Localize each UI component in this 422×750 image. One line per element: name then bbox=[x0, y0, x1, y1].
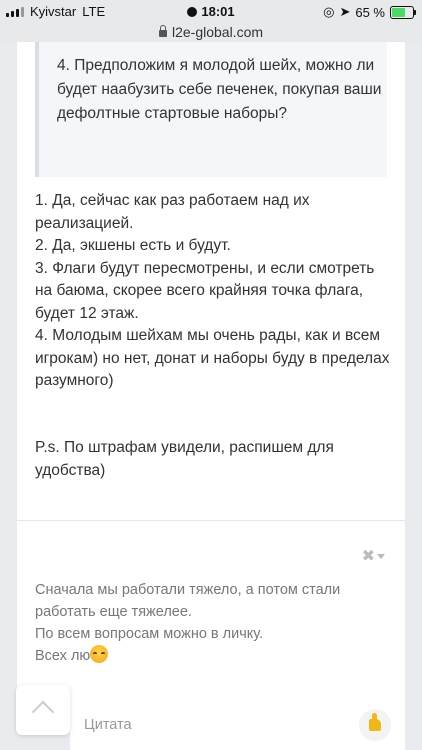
lock-icon bbox=[158, 25, 167, 37]
smiley-icon bbox=[90, 645, 109, 663]
quote-text: 4. Предположим я молодой шейх, можно ли … bbox=[57, 57, 382, 122]
signature-line: Всех лю bbox=[35, 648, 91, 664]
post-answer: 1. Да, сейчас как раз работаем над их ре… bbox=[35, 190, 395, 393]
alarm-icon bbox=[187, 7, 198, 17]
signature-line: По всем вопросам можно в личку. bbox=[35, 626, 264, 642]
bottom-bar: Цитата bbox=[0, 685, 422, 750]
rotation-lock-icon: ◎ bbox=[323, 4, 335, 19]
signature-line: Сначала мы работали тяжело, а потом стал… bbox=[35, 582, 341, 620]
answer-line: 2. Да, экшены есть и будут. bbox=[35, 237, 231, 254]
answer-line: 4. Молодым шейхам мы очень рады, как и в… bbox=[35, 327, 390, 389]
browser-url-bar[interactable]: l2e-global.com bbox=[0, 24, 422, 42]
answer-line: 3. Флаги будут пересмотрены, и если смот… bbox=[35, 259, 375, 322]
location-icon: ➤ bbox=[339, 4, 351, 19]
status-right: ◎ ➤ 65 % bbox=[323, 4, 416, 20]
battery-percent: 65 % bbox=[355, 4, 385, 20]
status-bar: Kyivstar LTE 18:01 ◎ ➤ 65 % bbox=[0, 0, 422, 24]
signature-block: ✖ Сначала мы работали тяжело, а потом ст… bbox=[17, 520, 405, 693]
scroll-top-button[interactable] bbox=[16, 685, 70, 735]
battery-icon bbox=[390, 5, 416, 19]
quote-reply-bar[interactable]: Цитата bbox=[70, 692, 405, 750]
like-button[interactable] bbox=[359, 709, 391, 741]
signature-text: Сначала мы работали тяжело, а потом стал… bbox=[35, 579, 375, 667]
answer-line: 1. Да, сейчас как раз работаем над их ре… bbox=[35, 192, 310, 232]
signature-collapse-button[interactable]: ✖ bbox=[362, 546, 385, 566]
close-icon: ✖ bbox=[361, 548, 375, 565]
signature-line-last: Всех лю bbox=[35, 645, 375, 667]
chevron-up-icon bbox=[31, 700, 55, 724]
url-text: l2e-global.com bbox=[171, 24, 264, 40]
post-ps: P.s. По штрафам увидели, распишем для уд… bbox=[35, 439, 334, 479]
clock: 18:01 bbox=[201, 4, 235, 19]
quote-block: 4. Предположим я молодой шейх, можно ли … bbox=[35, 42, 387, 177]
chevron-down-icon bbox=[377, 553, 385, 559]
quote-label: Цитата bbox=[84, 717, 132, 733]
post-card: 4. Предположим я молодой шейх, можно ли … bbox=[17, 42, 405, 520]
thumbs-up-icon bbox=[369, 713, 381, 731]
